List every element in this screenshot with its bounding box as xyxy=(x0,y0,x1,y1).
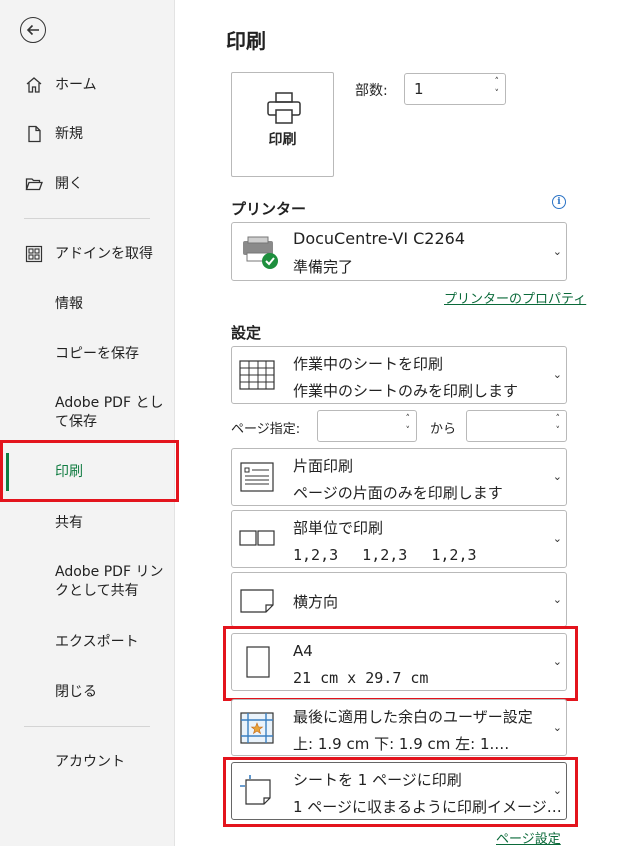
sidebar-item-open[interactable]: 開く xyxy=(0,171,175,197)
sidebar-item-account[interactable]: アカウント xyxy=(0,749,175,775)
collate-title: 部単位で印刷 xyxy=(293,519,384,537)
new-document-icon xyxy=(24,124,44,144)
sidebar-item-save-adobe-pdf[interactable]: Adobe PDF として保存 xyxy=(0,393,175,433)
printer-properties-link[interactable]: プリンターのプロパティ xyxy=(444,288,586,307)
sidebar-item-label: コピーを保存 xyxy=(55,345,139,362)
print-what-desc: 作業中のシートのみを印刷します xyxy=(293,382,519,400)
info-icon[interactable]: i xyxy=(552,195,566,209)
margins-title: 最後に適用した余白のユーザー設定 xyxy=(293,708,533,726)
landscape-page-icon xyxy=(238,586,276,618)
backstage-sidebar: ホーム 新規 開く アドインを取得 情報 コピーを保存 Adobe PDF とし… xyxy=(0,0,175,846)
spin-arrows-icon[interactable]: ˄ ˅ xyxy=(495,76,500,100)
one-sided-page-icon xyxy=(238,461,276,493)
sidebar-item-get-addins[interactable]: アドインを取得 xyxy=(0,241,175,267)
sidebar-item-label: 開く xyxy=(55,175,83,192)
printer-ready-icon xyxy=(238,235,278,269)
sidebar-item-label: 共有 xyxy=(55,514,83,531)
copies-label: 部数: xyxy=(355,83,388,99)
printer-section-title: プリンター xyxy=(231,200,307,218)
printer-name: DocuCentre-VI C2264 xyxy=(293,229,466,248)
printer-icon xyxy=(265,91,303,125)
sides-desc: ページの片面のみを印刷します xyxy=(293,484,503,502)
chevron-down-icon: ⌄ xyxy=(552,470,562,483)
sidebar-item-label: 情報 xyxy=(55,295,83,312)
orientation-dropdown[interactable]: 横方向 ⌄ xyxy=(231,572,567,627)
sidebar-item-new[interactable]: 新規 xyxy=(0,121,175,147)
sidebar-item-export[interactable]: エクスポート xyxy=(0,629,175,655)
sides-title: 片面印刷 xyxy=(293,457,354,475)
sidebar-item-info[interactable]: 情報 xyxy=(0,291,175,317)
sidebar-item-close[interactable]: 閉じる xyxy=(0,679,175,705)
folder-open-icon xyxy=(24,174,44,194)
sidebar-item-label: アカウント xyxy=(55,753,125,770)
chevron-down-icon: ⌄ xyxy=(552,368,562,381)
back-arrow-icon[interactable] xyxy=(20,17,46,43)
page-title: 印刷 xyxy=(226,29,266,53)
margins-dropdown[interactable]: 最後に適用した余白のユーザー設定 上: 1.9 cm 下: 1.9 cm 左: … xyxy=(231,699,567,756)
highlight-box xyxy=(0,440,179,502)
copies-value: 1 xyxy=(414,80,424,98)
sidebar-item-label: 新規 xyxy=(55,125,83,142)
chevron-down-icon: ⌄ xyxy=(552,532,562,545)
pages-label: ページ指定: xyxy=(231,422,301,437)
pages-to-input[interactable]: ˄ ˅ xyxy=(466,410,567,442)
sides-dropdown[interactable]: 片面印刷 ページの片面のみを印刷します ⌄ xyxy=(231,448,567,506)
sidebar-item-label: Adobe PDF として保存 xyxy=(55,395,164,430)
highlight-box xyxy=(223,626,578,701)
collate-desc: 1,2,3 1,2,3 1,2,3 xyxy=(293,546,477,564)
collate-dropdown[interactable]: 部単位で印刷 1,2,3 1,2,3 1,2,3 ⌄ xyxy=(231,510,567,568)
print-button[interactable]: 印刷 xyxy=(231,72,334,177)
sidebar-item-share[interactable]: 共有 xyxy=(0,510,175,536)
sidebar-item-label: 閉じる xyxy=(55,683,97,700)
pages-from-input[interactable]: ˄ ˅ xyxy=(317,410,417,442)
pages-to-label: から xyxy=(430,422,457,437)
sidebar-item-share-adobe-pdf-link[interactable]: Adobe PDF リンクとして共有 xyxy=(0,562,175,602)
sidebar-item-label: エクスポート xyxy=(55,633,139,650)
chevron-down-icon: ⌄ xyxy=(552,245,562,258)
sidebar-item-label: Adobe PDF リンクとして共有 xyxy=(55,564,164,599)
print-what-dropdown[interactable]: 作業中のシートを印刷 作業中のシートのみを印刷します ⌄ xyxy=(231,346,567,404)
custom-margins-icon xyxy=(238,711,276,744)
sidebar-item-home[interactable]: ホーム xyxy=(0,72,175,98)
margins-desc: 上: 1.9 cm 下: 1.9 cm 左: 1.… xyxy=(293,735,510,753)
sidebar-divider xyxy=(24,726,150,727)
collated-pages-icon xyxy=(238,529,276,561)
sidebar-item-label: アドインを取得 xyxy=(55,245,153,262)
sidebar-divider xyxy=(24,218,150,219)
printer-status: 準備完了 xyxy=(293,258,354,276)
worksheet-grid-icon xyxy=(238,359,276,391)
spin-arrows-icon[interactable]: ˄ ˅ xyxy=(556,413,561,437)
page-setup-link[interactable]: ページ設定 xyxy=(496,828,561,846)
home-icon xyxy=(24,75,44,95)
orientation-title: 横方向 xyxy=(293,593,339,611)
print-what-title: 作業中のシートを印刷 xyxy=(293,355,444,373)
chevron-down-icon: ⌄ xyxy=(552,593,562,606)
addins-grid-icon xyxy=(24,244,44,264)
highlight-box xyxy=(223,757,578,827)
print-button-label: 印刷 xyxy=(268,132,297,148)
settings-section-title: 設定 xyxy=(231,324,262,342)
sidebar-item-label: ホーム xyxy=(55,76,97,93)
spin-arrows-icon[interactable]: ˄ ˅ xyxy=(406,413,411,437)
copies-stepper[interactable]: 1 ˄ ˅ xyxy=(404,73,506,105)
chevron-down-icon: ⌄ xyxy=(552,721,562,734)
printer-dropdown[interactable]: DocuCentre-VI C2264 準備完了 ⌄ xyxy=(231,222,567,281)
sidebar-item-save-copy[interactable]: コピーを保存 xyxy=(0,341,175,367)
